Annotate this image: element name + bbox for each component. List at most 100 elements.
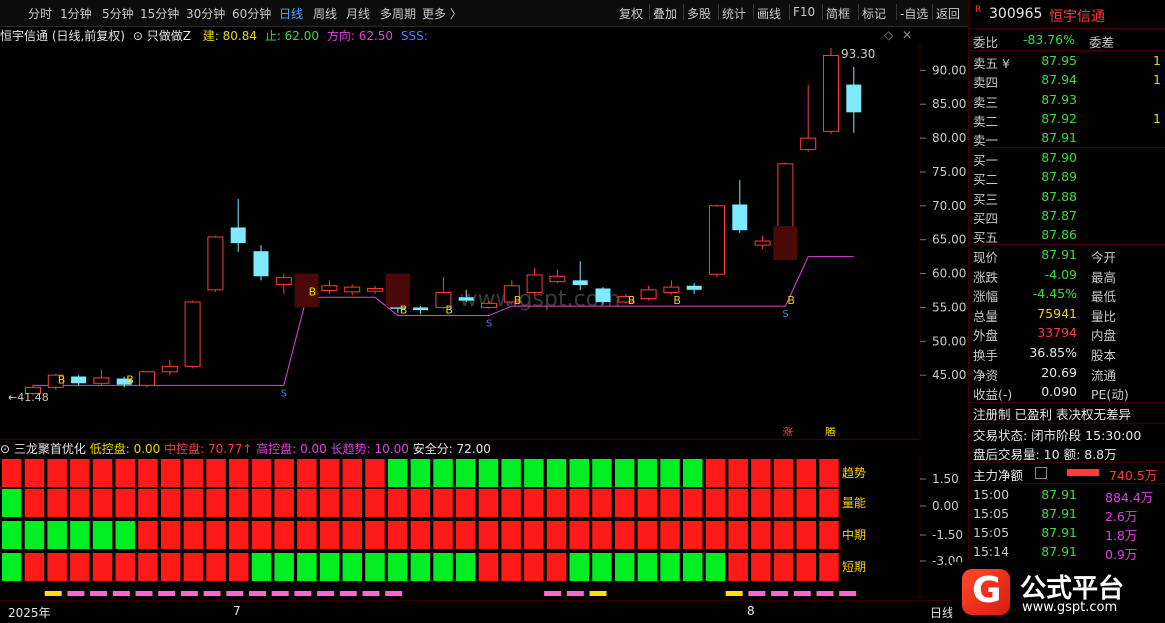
buy-row-1[interactable]: 买二 87.89 — [973, 168, 1163, 187]
grid-cell-volume — [365, 489, 385, 517]
period-3[interactable]: 15分钟 — [140, 5, 179, 22]
tool-9[interactable]: 返回 — [936, 5, 960, 22]
candle-8[interactable] — [207, 235, 224, 292]
period-8[interactable]: 月线 — [346, 5, 370, 22]
buy-row-0[interactable]: 买一 87.90 — [973, 149, 1163, 168]
grid-cell-volume — [387, 489, 408, 517]
candlestick-chart[interactable]: 90.00 85.00 80.00 75.00 70.00 65.00 60.00 55.00… — [0, 44, 968, 436]
candle-27[interactable] — [640, 285, 657, 301]
candle-body — [686, 285, 702, 290]
grid-cell-short — [342, 553, 362, 581]
grid-cell-trend — [501, 459, 521, 487]
list-icon[interactable] — [1035, 467, 1047, 479]
ind-axis-label: -1.50 — [932, 528, 963, 542]
candle-15[interactable] — [367, 285, 383, 294]
period-9[interactable]: 多周期 — [380, 5, 416, 22]
quote-right-label: PE(动) — [1091, 387, 1129, 403]
sell-row-4[interactable]: 卖一 87.91 — [973, 129, 1163, 148]
candle-10[interactable] — [253, 245, 269, 281]
period-6[interactable]: 日线 — [279, 5, 303, 22]
strip-bar — [771, 591, 789, 596]
candle-32[interactable] — [754, 235, 771, 250]
candle-28[interactable] — [663, 280, 680, 295]
grid-cell-volume — [705, 489, 726, 517]
quote-right-label: 今开 — [1091, 250, 1117, 265]
indicator-toggle-2[interactable]: ⊙ 三龙聚首优化 — [0, 442, 86, 456]
candle-body — [732, 204, 748, 231]
period-label[interactable]: 日线 — [930, 604, 954, 621]
grid-cell-short — [410, 553, 431, 581]
tool-6[interactable]: 简框 — [826, 5, 850, 22]
grid-cell-short — [501, 553, 521, 581]
candle-13[interactable] — [321, 280, 338, 294]
tool-sep — [683, 4, 684, 20]
candle-34[interactable] — [800, 85, 817, 152]
grid-cell-mid — [728, 521, 748, 549]
price-label-55.00: 55.00 — [932, 300, 966, 314]
strip-bar — [203, 591, 221, 596]
candle-6[interactable] — [161, 359, 178, 376]
sell-row-1[interactable]: 卖四 87.94 1 — [973, 71, 1163, 90]
candle-30[interactable] — [709, 204, 725, 277]
candle-2[interactable] — [71, 375, 87, 386]
grid-cell-volume — [456, 489, 476, 517]
strip-bar — [544, 591, 562, 596]
tool-1[interactable]: 叠加 — [653, 5, 677, 22]
tool-7[interactable]: 标记 — [862, 5, 886, 22]
grid-cell-short — [478, 553, 499, 581]
diamond-icon[interactable]: ◇ — [884, 28, 893, 42]
candle-35[interactable] — [823, 48, 839, 135]
candle-7[interactable] — [184, 300, 201, 369]
grid-cell-volume — [342, 489, 362, 517]
buy-row-3[interactable]: 买四 87.87 — [973, 207, 1163, 226]
candle-5[interactable] — [139, 371, 155, 388]
candle-11[interactable] — [275, 273, 292, 294]
candle-3[interactable] — [93, 369, 110, 386]
candle-22[interactable] — [526, 268, 543, 296]
strip-bar — [294, 591, 312, 596]
grid-cell-trend — [569, 459, 589, 487]
period-10[interactable]: 更多 〉 — [422, 5, 462, 22]
tool-3[interactable]: 统计 — [722, 5, 746, 22]
tick-price: 87.91 — [1041, 487, 1077, 502]
candle-23[interactable] — [549, 269, 566, 284]
buy-row-4[interactable]: 买五 87.86 — [973, 226, 1163, 245]
quote-label: 涨幅 — [973, 289, 999, 305]
signal-line — [33, 256, 854, 386]
period-5[interactable]: 60分钟 — [232, 5, 271, 22]
grid-cell-trend — [92, 459, 113, 487]
period-7[interactable]: 周线 — [313, 5, 337, 22]
tool-0[interactable]: 复权 — [619, 5, 643, 22]
candle-17[interactable] — [413, 306, 429, 315]
grid-cell-trend — [274, 459, 294, 487]
candle-36[interactable] — [846, 66, 862, 133]
tool-4[interactable]: 画线 — [757, 5, 781, 22]
tool-2[interactable]: 多股 — [687, 5, 711, 22]
period-4[interactable]: 30分钟 — [186, 5, 225, 22]
buy-price: 87.90 — [1041, 150, 1077, 165]
candle-14[interactable] — [344, 284, 361, 296]
grid-cell-volume — [478, 489, 499, 517]
tick-row-0: 15:00 87.91 884.4万 — [973, 486, 1163, 505]
close-icon[interactable]: ✕ — [902, 28, 912, 42]
quote-label: 收益(-) — [973, 387, 1013, 403]
candle-9[interactable] — [230, 199, 246, 252]
quote-row-0: 现价 87.91 今开 — [973, 246, 1163, 265]
zone-block-1 — [385, 273, 410, 308]
indicator-toggle[interactable]: ⊙ 只做做Z — [133, 29, 195, 43]
candle-31[interactable] — [732, 180, 748, 233]
period-1[interactable]: 1分钟 — [60, 5, 92, 22]
tool-5[interactable]: F10 — [793, 5, 815, 19]
sell-row-3[interactable]: 卖二 87.92 1 — [973, 110, 1163, 129]
candle-24[interactable] — [572, 261, 588, 290]
period-2[interactable]: 5分钟 — [102, 5, 134, 22]
time-label-aug: 8 — [747, 604, 755, 618]
tool-8[interactable]: -自选 — [900, 5, 928, 22]
b-signal-3: B — [400, 304, 408, 317]
sell-row-0[interactable]: 卖五 ¥ 87.95 1 — [973, 52, 1163, 71]
indicator-grid-chart[interactable]: 趋势量能中期短期1.500.00-1.50-3.00 — [0, 457, 968, 599]
period-0[interactable]: 分时 — [28, 5, 52, 22]
buy-row-2[interactable]: 买三 87.88 — [973, 188, 1163, 207]
candle-29[interactable] — [686, 283, 702, 294]
sell-row-2[interactable]: 卖三 87.93 — [973, 91, 1163, 110]
